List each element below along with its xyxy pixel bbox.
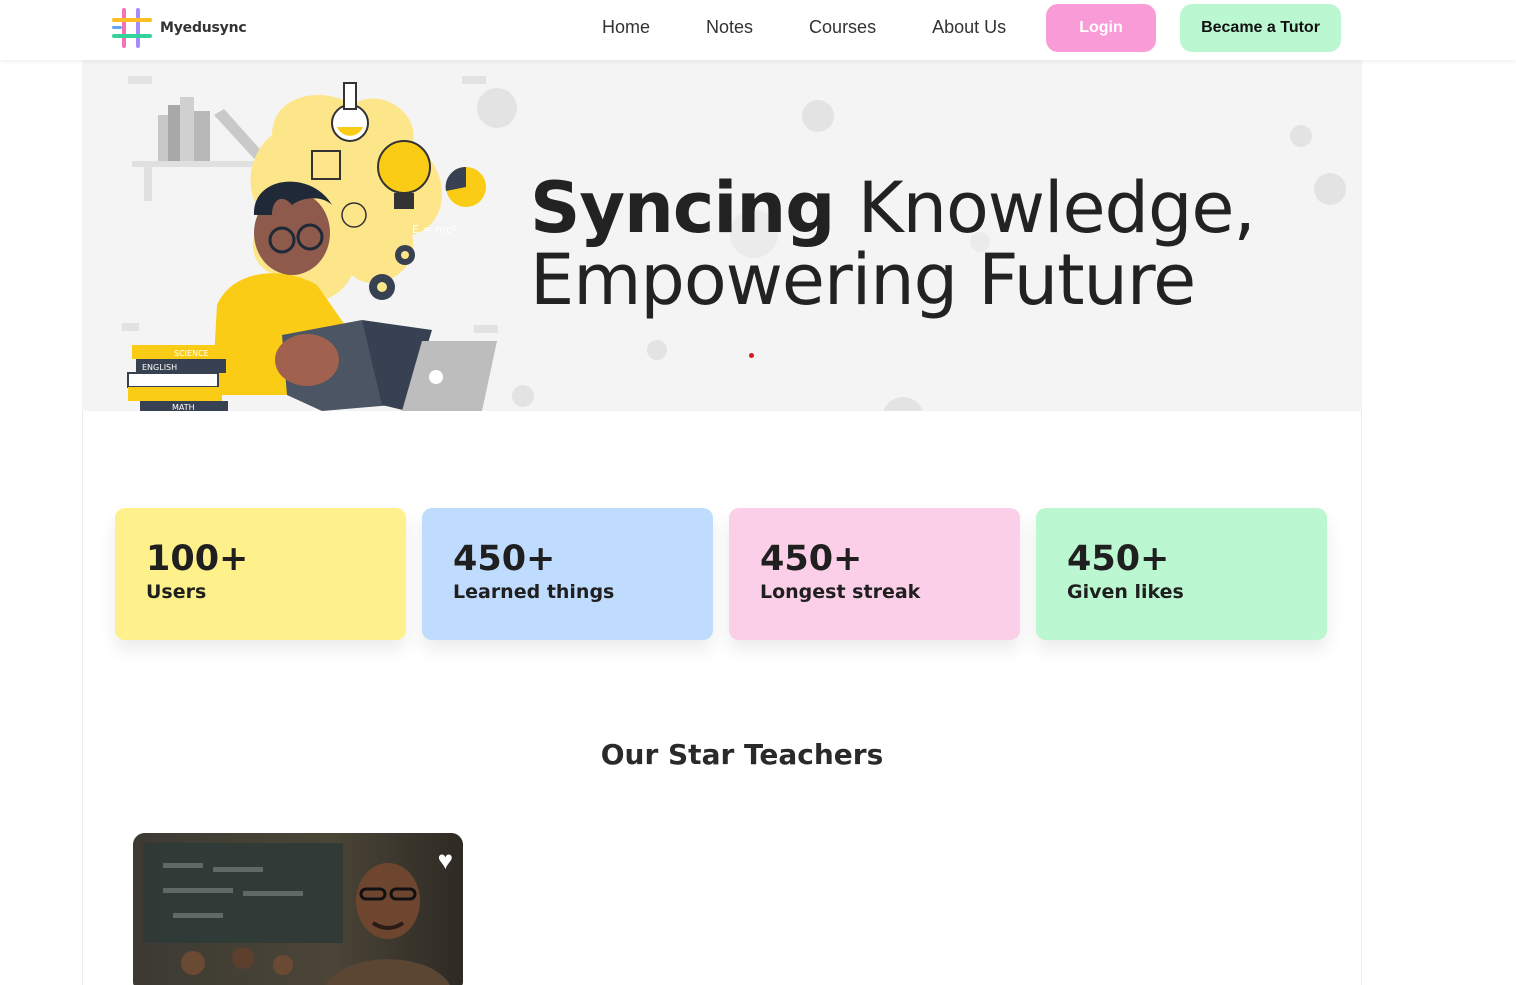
teacher-photo: [133, 833, 463, 985]
carousel-indicator-dot[interactable]: [749, 353, 754, 358]
stat-value: 450+: [760, 539, 863, 579]
book-label-science: SCIENCE: [174, 349, 209, 358]
decor-bubble: [1290, 125, 1312, 147]
hero-banner: E = mc² SCIENCE ENGLISH MATH Syncing Kno…: [82, 60, 1362, 411]
decor-bubble: [882, 397, 924, 411]
page: Myedusync Home Notes Courses About Us Lo…: [0, 0, 1516, 985]
stat-value: 100+: [146, 539, 249, 579]
nav-about-us[interactable]: About Us: [932, 17, 1006, 38]
stats-row: 100+ Users 450+ Learned things 450+ Long…: [115, 508, 1327, 640]
stat-card-given-likes: 450+ Given likes: [1036, 508, 1327, 640]
decor-bubble: [1314, 173, 1346, 205]
nav-home[interactable]: Home: [602, 17, 650, 38]
star-teachers-title: Our Star Teachers: [600, 738, 884, 771]
stat-label: Learned things: [453, 581, 615, 603]
decor-bubble: [512, 385, 534, 407]
hero-title-line2: Empowering Future: [530, 239, 1196, 321]
stat-card-longest-streak: 450+ Longest streak: [729, 508, 1020, 640]
stat-value: 450+: [1067, 539, 1170, 579]
navbar: Myedusync Home Notes Courses About Us Lo…: [0, 0, 1516, 60]
hashtag-logo-icon: [110, 6, 156, 50]
login-button[interactable]: Login: [1046, 4, 1156, 52]
decor-bubble: [647, 340, 667, 360]
brand-name: Myedusync: [160, 20, 247, 36]
main-nav: Home Notes Courses About Us: [602, 17, 1062, 38]
nav-courses[interactable]: Courses: [809, 17, 876, 38]
teacher-card[interactable]: ♥: [133, 833, 463, 985]
stat-label: Users: [146, 581, 207, 603]
stat-label: Given likes: [1067, 581, 1184, 603]
hero-title-bold: Syncing: [530, 167, 835, 249]
student-reading-illustration: E = mc² SCIENCE ENGLISH MATH: [122, 76, 498, 411]
stat-label: Longest streak: [760, 581, 921, 603]
stat-value: 450+: [453, 539, 556, 579]
hero-title: Syncing Knowledge, Empowering Future: [530, 172, 1256, 316]
book-label-math: MATH: [172, 403, 195, 411]
become-tutor-button[interactable]: Became a Tutor: [1180, 4, 1341, 52]
formula-text: E = mc²: [412, 223, 456, 236]
hero-title-rest: Knowledge,: [857, 167, 1256, 249]
decor-bubble: [802, 100, 834, 132]
book-label-english: ENGLISH: [142, 363, 177, 372]
nav-notes[interactable]: Notes: [706, 17, 753, 38]
brand-logo[interactable]: Myedusync: [110, 6, 247, 50]
stat-card-learned-things: 450+ Learned things: [422, 508, 713, 640]
heart-icon[interactable]: ♥: [438, 847, 453, 873]
stat-card-users: 100+ Users: [115, 508, 406, 640]
